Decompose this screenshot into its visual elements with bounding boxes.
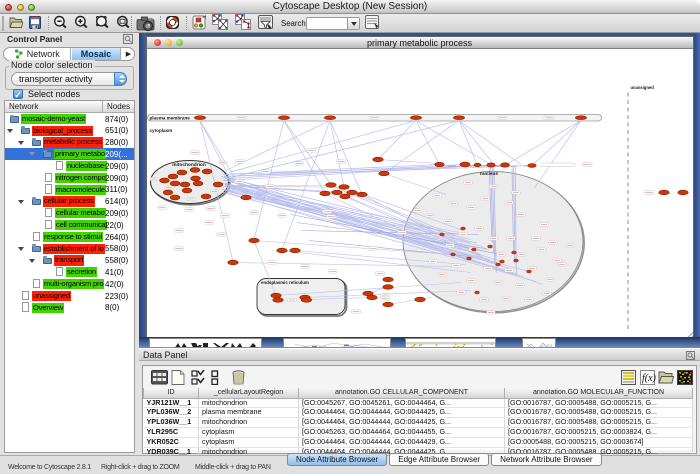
svg-text:unassigned: unassigned bbox=[630, 85, 654, 90]
svg-text:f(x): f(x) bbox=[642, 373, 656, 384]
svg-text:mitochondrion: mitochondrion bbox=[172, 162, 206, 168]
svg-text:nucleus: nucleus bbox=[479, 171, 497, 177]
svg-text:endoplasmic reticulum: endoplasmic reticulum bbox=[261, 280, 309, 285]
svg-text:cytoplasm: cytoplasm bbox=[149, 128, 172, 133]
svg-text:plasma membrane: plasma membrane bbox=[149, 115, 190, 120]
